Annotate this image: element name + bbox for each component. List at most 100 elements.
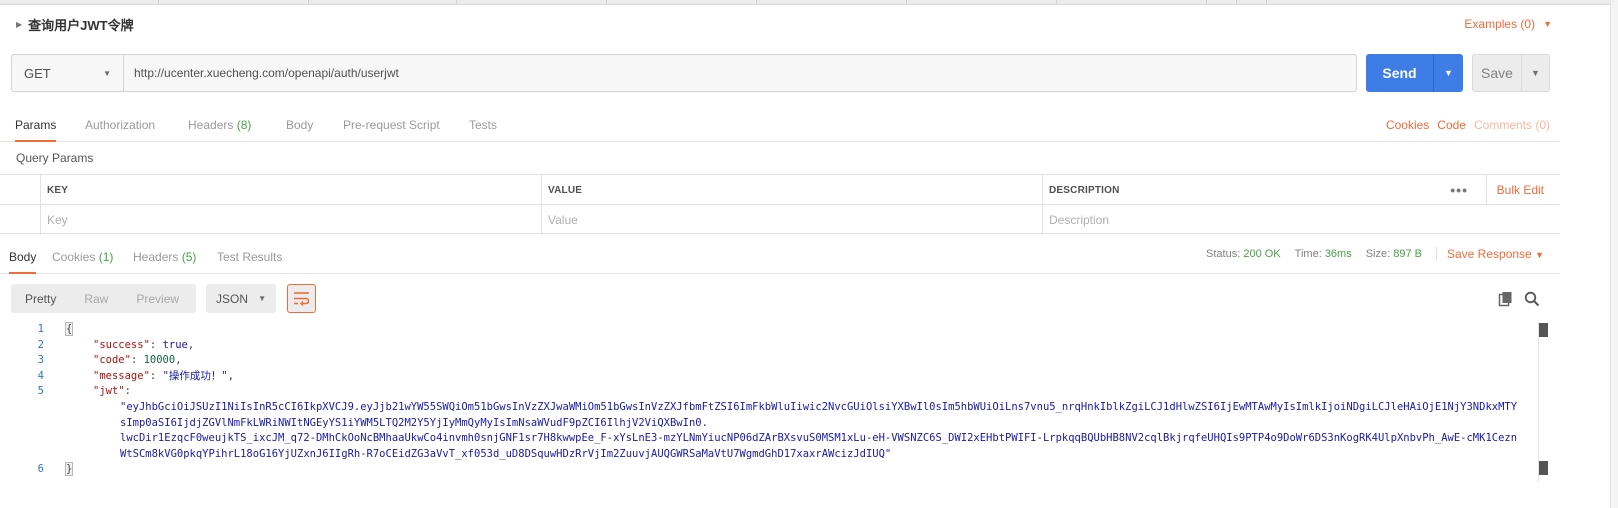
line-number: 4 <box>37 370 44 382</box>
url-bar: GET ▼ <box>11 54 1357 92</box>
size-readout: Size: 897 B <box>1366 248 1422 260</box>
tab-divider <box>1206 0 1207 5</box>
method-select[interactable]: GET ▼ <box>12 55 124 91</box>
tab-headers[interactable]: Headers (8) <box>188 118 251 142</box>
chevron-down-icon: ▼ <box>1535 250 1544 260</box>
json-value: true <box>162 339 188 351</box>
url-input[interactable] <box>124 55 1356 91</box>
json-key: "message" <box>93 370 150 382</box>
raw-mode-button[interactable]: Raw <box>70 292 122 306</box>
wrap-lines-button[interactable] <box>287 284 316 313</box>
tab-response-headers[interactable]: Headers (5) <box>133 250 196 274</box>
tab-divider <box>308 0 309 5</box>
tab-label: Params <box>15 118 57 132</box>
code-line: } <box>64 462 74 478</box>
description-input[interactable]: Description <box>1042 205 1560 235</box>
send-options-chevron-icon[interactable]: ▼ <box>1433 54 1463 92</box>
tab-params[interactable]: Params <box>15 118 57 142</box>
description-column-header: DESCRIPTION <box>1042 175 1452 205</box>
tab-label: Authorization <box>85 118 156 132</box>
bulk-edit-link[interactable]: Bulk Edit <box>1485 175 1544 205</box>
json-key: "success" <box>93 339 150 351</box>
jwt-value-line: sImp0aSI6IjdjZGVlNmFkLWRiNWItNGEyYS1iYWM… <box>120 417 708 429</box>
tab-count: (8) <box>236 118 252 132</box>
save-response-label: Save Response <box>1447 247 1532 261</box>
tab-label: Body <box>286 118 314 132</box>
view-mode-toggle: Pretty Raw Preview <box>11 284 196 313</box>
window-scrollbar[interactable] <box>1610 0 1618 508</box>
chevron-down-icon: ▼ <box>1543 19 1552 29</box>
time-label: Time: <box>1294 248 1322 260</box>
search-icon[interactable] <box>1524 291 1540 307</box>
editor-scrollbar[interactable] <box>1538 322 1548 482</box>
json-key: "jwt" <box>93 385 125 397</box>
request-name: 查询用户JWT令牌 <box>28 17 134 33</box>
format-select[interactable]: JSON ▼ <box>206 284 276 313</box>
response-meta: Status: 200 OK Time: 36ms Size: 897 B Sa… <box>1206 247 1544 261</box>
tab-divider <box>158 0 159 5</box>
scrollbar-thumb-top[interactable] <box>1539 323 1548 337</box>
tab-count: (5) <box>181 250 197 264</box>
comments-link[interactable]: Comments (0) <box>1474 118 1550 132</box>
method-label: GET <box>24 65 51 81</box>
code-line: "message": "操作成功！", <box>93 370 235 382</box>
code-line: { <box>64 322 74 338</box>
request-tab-strip <box>0 0 1618 5</box>
query-params-table: KEY VALUE DESCRIPTION ••• Bulk Edit Key … <box>0 174 1560 235</box>
expand-caret-icon[interactable]: ▶ <box>16 20 22 29</box>
tab-label: Cookies <box>52 250 96 264</box>
code-line: "success": true, <box>93 339 195 351</box>
cookies-link[interactable]: Cookies <box>1386 118 1429 132</box>
chevron-down-icon: ▼ <box>103 68 111 78</box>
code-line: "jwt": <box>93 385 131 397</box>
copy-icon[interactable] <box>1498 291 1514 307</box>
table-header-row: KEY VALUE DESCRIPTION ••• Bulk Edit <box>0 175 1560 205</box>
tab-response-body[interactable]: Body <box>9 250 37 274</box>
close-brace: } <box>64 462 74 476</box>
tab-pre-request-script[interactable]: Pre-request Script <box>343 118 440 142</box>
save-response-dropdown[interactable]: Save Response ▼ <box>1436 247 1544 261</box>
tab-tests[interactable]: Tests <box>469 118 497 142</box>
tab-label: Headers <box>133 250 179 264</box>
more-options-icon[interactable]: ••• <box>1450 175 1468 205</box>
pretty-mode-button[interactable]: Pretty <box>11 292 70 306</box>
line-number-gutter: 1 2 3 4 5 6 <box>0 322 52 482</box>
json-value: "操作成功！" <box>162 370 228 382</box>
tab-test-results[interactable]: Test Results <box>217 250 282 274</box>
line-number: 2 <box>37 339 44 351</box>
size-label: Size: <box>1365 248 1391 260</box>
query-params-title: Query Params <box>16 151 94 165</box>
save-button[interactable]: Save ▼ <box>1472 54 1550 92</box>
jwt-value-line: "eyJhbGciOiJSUzI1NiIsInR5cCI6IkpXVCJ9.ey… <box>120 401 1518 413</box>
send-button[interactable]: Send ▼ <box>1366 54 1463 92</box>
tab-body[interactable]: Body <box>286 118 313 142</box>
line-number: 5 <box>37 385 44 397</box>
save-options-chevron-icon[interactable]: ▼ <box>1521 55 1549 91</box>
tab-divider <box>456 0 457 5</box>
preview-mode-button[interactable]: Preview <box>122 292 193 306</box>
open-brace: { <box>64 322 74 336</box>
line-number: 3 <box>37 354 44 366</box>
tab-divider <box>756 0 757 5</box>
size-value: 897 B <box>1393 248 1422 260</box>
code-line: "code": 10000, <box>93 354 182 366</box>
tab-count: (1) <box>98 250 114 264</box>
tab-divider <box>606 0 607 5</box>
scrollbar-thumb-bottom[interactable] <box>1539 461 1548 475</box>
tab-divider <box>1236 0 1237 5</box>
jwt-value-line: WtSCm8kVG0pkqYPihrL18oG16YjUZxnJ6IIgRh-R… <box>120 448 892 460</box>
response-body-editor[interactable]: 1 2 3 4 5 6 { "success": true, "code": 1… <box>0 322 1548 482</box>
request-links: Cookies Code Comments (0) <box>1386 118 1550 132</box>
send-label: Send <box>1382 65 1417 81</box>
json-value: 10000 <box>143 354 176 366</box>
examples-dropdown[interactable]: Examples (0) ▼ <box>1464 17 1552 31</box>
tab-authorization[interactable]: Authorization <box>85 118 155 142</box>
value-input[interactable]: Value <box>541 205 1043 235</box>
line-number: 6 <box>37 463 44 475</box>
table-row: Key Value Description <box>0 205 1560 235</box>
tab-response-cookies[interactable]: Cookies (1) <box>52 250 113 274</box>
status-label: Status: <box>1206 248 1241 260</box>
code-link[interactable]: Code <box>1437 118 1466 132</box>
request-title[interactable]: ▶ 查询用户JWT令牌 <box>16 14 134 34</box>
key-input[interactable]: Key <box>40 205 542 235</box>
